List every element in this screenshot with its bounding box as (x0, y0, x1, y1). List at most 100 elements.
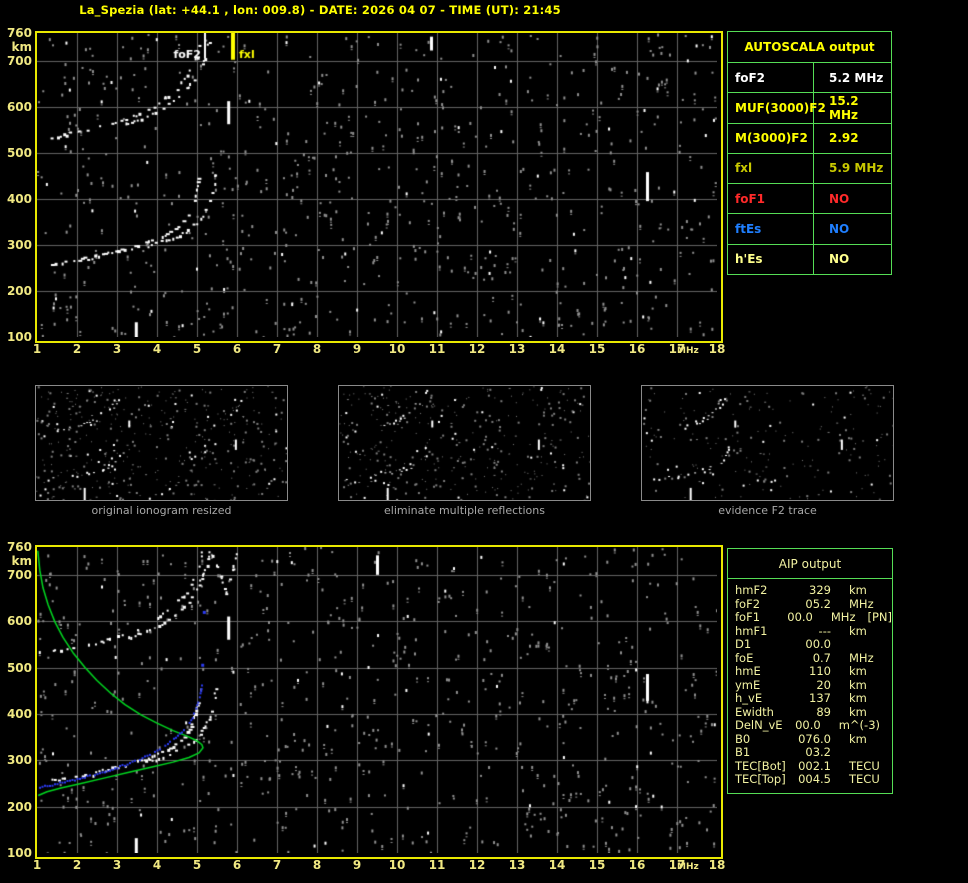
aip-note (874, 652, 886, 666)
aip-row-hmE: hmE 110 km (735, 664, 892, 679)
x-tick-label: 3 (112, 858, 122, 872)
aip-note (867, 665, 879, 679)
aip-value: 89 (816, 704, 831, 719)
aip-unit: MHz (830, 610, 856, 624)
autoscala-table-header: AUTOSCALA output (728, 32, 891, 63)
y-tick-label: 600 (6, 99, 32, 114)
autoscala-row-value: NO (829, 222, 850, 237)
aip-unit: TECU (849, 758, 880, 773)
aip-note (874, 598, 886, 612)
autoscala-row-value: NO (829, 252, 850, 267)
autoscala-row-value: 5.2 MHz (829, 70, 884, 85)
aip-row-ymE: ymE 20 km (735, 677, 892, 693)
x-tick-label: 2 (72, 342, 82, 356)
aip-unit: km (849, 664, 867, 678)
aip-row-foF2: foF2 05.2 MHz (735, 597, 892, 612)
aip-label: TEC[Top] (735, 772, 786, 786)
aip-row-TEC[Bot]: TEC[Bot] 002.1 TECU (735, 758, 892, 774)
y-tick-label: 400 (6, 191, 32, 206)
autoscala-row-value: 15.2 MHz (829, 93, 859, 122)
x-tick-label: 6 (232, 342, 242, 356)
thumbnail-canvas (642, 386, 893, 500)
aip-row-foE: foE 0.7 MHz (735, 650, 892, 666)
autoscala-row-label: foF2 (728, 63, 814, 93)
y-tick-label: 200 (6, 799, 32, 814)
x-tick-label: 12 (468, 858, 486, 872)
thumbnail-caption: eliminate multiple reflections (384, 504, 545, 517)
aip-label: foE (735, 650, 754, 665)
x-tick-label: 7 (272, 342, 282, 356)
thumbnail-canvas (339, 386, 590, 500)
x-tick-label: 4 (152, 342, 162, 356)
x-tick-label: 18 (708, 858, 726, 872)
y-tick-label: 700 (6, 53, 32, 68)
x-tick-label: 7 (272, 858, 282, 872)
aip-value: 0.7 (812, 650, 831, 665)
aip-note (849, 638, 861, 652)
aip-label: D1 (735, 637, 752, 651)
x-tick-label: 9 (352, 342, 362, 356)
profile-ionogram-plot (35, 545, 723, 859)
aip-value: 00.0 (795, 718, 821, 732)
y-axis-unit: km (11, 554, 32, 568)
aip-label: hmF2 (735, 583, 768, 597)
y-tick-label: 500 (6, 660, 32, 675)
x-tick-label: 16 (628, 858, 646, 872)
x-tick-label: 11 (428, 858, 446, 872)
autoscala-row-label: M(3000)F2 (728, 123, 814, 153)
aip-output-table: AIP output hmF2 329 km foF2 05.2 MHz foF1 00.0 M… (727, 548, 893, 794)
autoscala-row-value: 2.92 (829, 131, 859, 146)
x-tick-label: 18 (708, 342, 726, 356)
aip-unit: km (849, 691, 867, 705)
thumbnail-canvas (36, 386, 287, 500)
aip-label: B0 (735, 731, 751, 746)
aip-note (867, 692, 879, 706)
aip-value: 00.0 (787, 610, 813, 624)
aip-note (880, 773, 892, 787)
aip-value: 002.1 (798, 758, 831, 773)
aip-note (880, 719, 892, 733)
aip-unit: km (849, 731, 867, 746)
aip-value: 004.5 (798, 772, 831, 786)
x-tick-label: 13 (508, 858, 526, 872)
autoscala-row-foF2: foF2 5.2 MHz (728, 63, 891, 94)
y-tick-label: 500 (6, 145, 32, 160)
y-tick-label: 300 (6, 237, 32, 252)
aip-row-DelN_vE: DelN_vE 00.0 m^(-3) (735, 718, 892, 733)
aip-value: 20 (816, 677, 831, 692)
aip-unit: km (849, 704, 867, 719)
main-ionogram-plot (35, 31, 723, 343)
autoscala-row-value: NO (829, 191, 850, 206)
thumbnail-caption: evidence F2 trace (718, 504, 817, 517)
aip-row-TEC[Top]: TEC[Top] 004.5 TECU (735, 772, 892, 787)
aip-unit: TECU (849, 772, 880, 786)
thumbnail-eliminate-reflections (338, 385, 591, 501)
y-tick-label: 700 (6, 567, 32, 582)
aip-note (867, 679, 879, 693)
aip-label: B1 (735, 745, 751, 759)
aip-table-header: AIP output (728, 549, 892, 579)
aip-unit: km (849, 583, 867, 597)
x-tick-label: 9 (352, 858, 362, 872)
x-tick-label: 5 (192, 342, 202, 356)
autoscala-row-label: foF1 (728, 184, 814, 214)
x-tick-label: 15 (588, 342, 606, 356)
aip-label: DelN_vE (735, 718, 783, 732)
y-tick-label: 300 (6, 753, 32, 768)
aip-label: TEC[Bot] (735, 758, 786, 773)
x-tick-label: 4 (152, 858, 162, 872)
y-tick-label: 760 (6, 540, 32, 554)
x-tick-label: 1 (32, 342, 42, 356)
aip-label: ymE (735, 677, 761, 692)
aip-row-hmF1: hmF1 --- km (735, 624, 892, 639)
aip-unit: m^(-3) (838, 718, 880, 732)
thumbnail-evidence-f2-trace (641, 385, 894, 501)
autoscala-row-label: ftEs (728, 214, 814, 244)
y-tick-label: 760 (6, 26, 32, 40)
aip-row-hmF2: hmF2 329 km (735, 583, 892, 598)
aip-value: 137 (809, 691, 831, 705)
autoscala-row-ftEs: ftEs NO (728, 214, 891, 245)
aip-label: h_vE (735, 691, 763, 705)
x-axis-unit: MHz (677, 862, 699, 872)
autoscala-row-label: fxl (728, 153, 814, 184)
